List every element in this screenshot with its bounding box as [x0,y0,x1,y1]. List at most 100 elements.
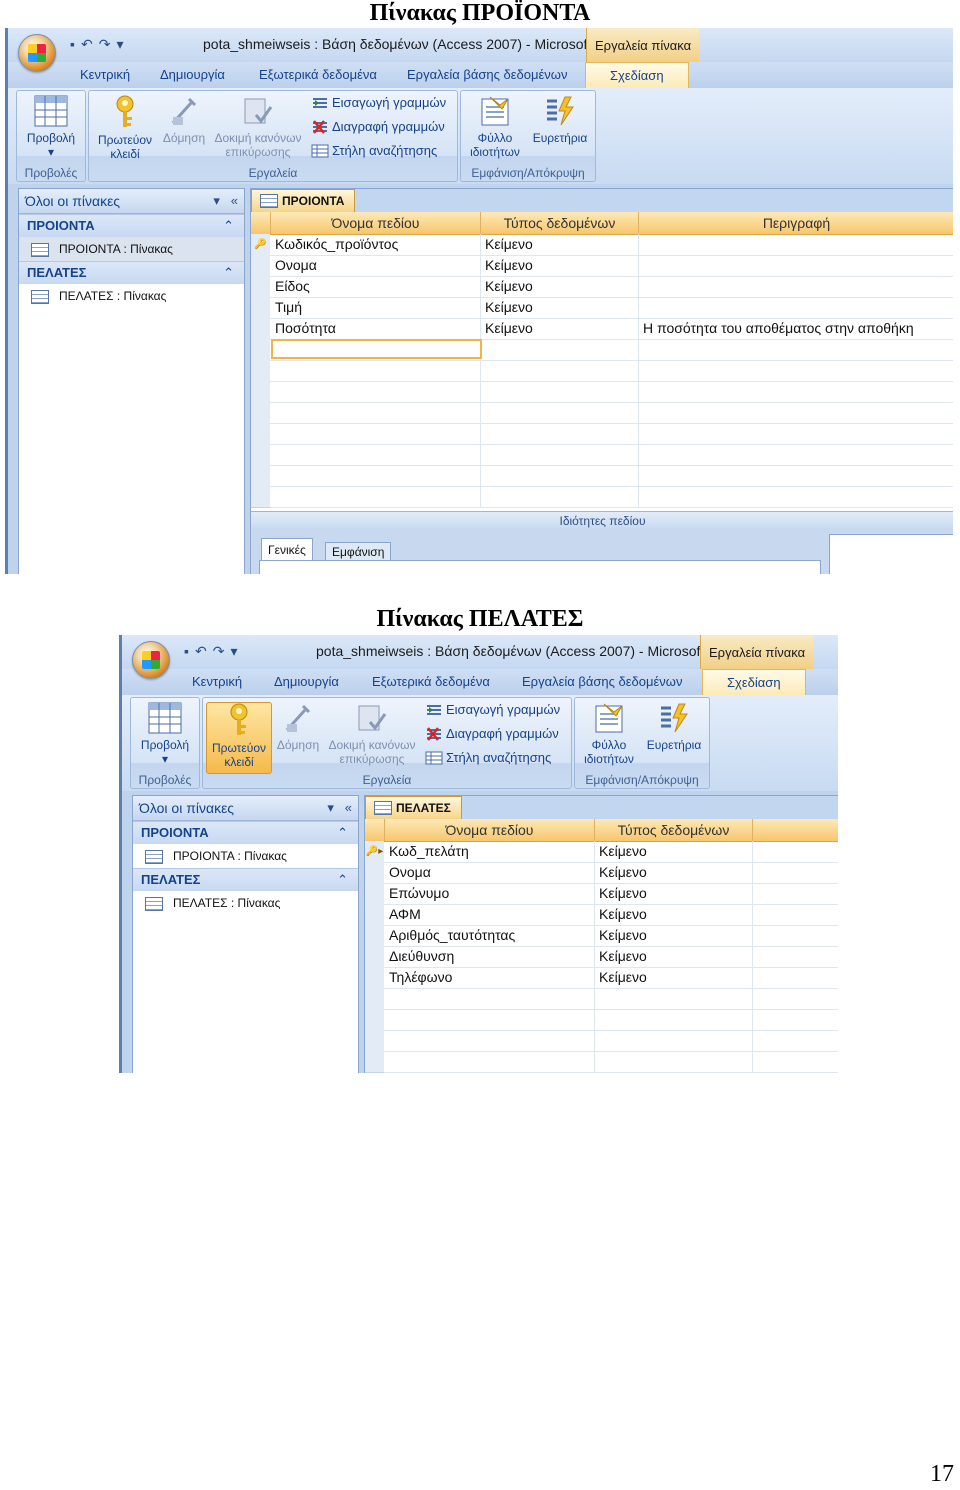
data-type-cell[interactable] [481,402,639,423]
field-name-cell[interactable] [271,360,481,381]
data-type-cell[interactable] [481,360,639,381]
row-selector[interactable] [365,862,384,884]
builder-button[interactable]: Δόμηση [273,702,323,752]
table-row[interactable]: Διεύθυνση Κείμενο [365,946,838,968]
field-name-cell[interactable] [385,1030,595,1051]
field-name-cell[interactable]: Αριθμός_ταυτότητας [385,925,595,946]
row-selector[interactable] [251,444,270,466]
delete-rows-button[interactable]: Διαγραφή γραμμών [311,119,445,134]
table-row[interactable]: Είδος Κείμενο [251,276,953,298]
field-name-cell[interactable] [271,486,481,507]
data-type-cell[interactable]: Κείμενο [481,276,639,297]
data-type-cell[interactable]: Κείμενο [595,883,753,904]
data-type-cell[interactable]: Κείμενο [481,234,639,255]
insert-rows-button[interactable]: Εισαγωγή γραμμών [311,95,446,110]
test-validation-rules-button[interactable]: Δοκιμή κανόνων επικύρωσης [323,702,421,766]
document-tab-products[interactable]: ΠΡΟΙΟΝΤΑ [251,189,356,212]
row-selector[interactable] [251,276,270,298]
row-selector[interactable] [251,402,270,424]
table-row[interactable]: Αριθμός_ταυτότητας Κείμενο [365,925,838,947]
table-row[interactable] [251,360,953,382]
nav-item-products-table[interactable]: ΠΡΟΙΟΝΤΑ : Πίνακας [133,844,358,868]
table-row[interactable]: 🔑▸ Κωδ_πελάτη Κείμενο [365,841,838,863]
row-selector-header[interactable] [251,212,271,234]
quick-access-toolbar[interactable]: ▪↶↷▾ [184,643,243,660]
table-row[interactable] [251,465,953,487]
table-row[interactable] [365,988,838,1010]
nav-pane-header[interactable]: Όλοι οι πίνακες ▾ « [133,796,358,821]
header-description[interactable]: Περιγραφή [639,212,953,234]
header-field-name[interactable]: Όνομα πεδίου [271,212,481,234]
data-type-cell[interactable] [481,486,639,507]
data-type-cell[interactable]: Κείμενο [595,925,753,946]
field-name-cell[interactable] [271,381,481,402]
nav-group-products[interactable]: ΠΡΟΙΟΝΤΑ ⌃ [19,214,244,237]
table-row[interactable]: Ποσότητα Κείμενο Η ποσότητα του αποθέματος… [251,318,953,340]
table-row[interactable] [251,486,953,508]
description-cell[interactable] [753,841,838,862]
nav-item-customers-table[interactable]: ΠΕΛΑΤΕΣ : Πίνακας [133,891,358,915]
field-name-cell[interactable]: ΑΦΜ [385,904,595,925]
row-selector[interactable] [365,946,384,968]
undo-icon[interactable]: ↶ [81,36,99,52]
tab-external-data[interactable]: Εξωτερικά δεδομένα [259,67,377,82]
tab-home[interactable]: Κεντρική [192,674,242,689]
field-name-cell[interactable]: Ονομα [385,862,595,883]
property-sheet-button[interactable]: Φύλλο ιδιοτήτων [463,95,527,159]
description-cell[interactable] [639,465,953,486]
nav-pane-header[interactable]: Όλοι οι πίνακες ▾ « [19,189,244,214]
table-row[interactable]: Ονομα Κείμενο [365,862,838,884]
header-description-partial[interactable] [753,819,838,841]
data-type-cell[interactable] [595,988,753,1009]
description-cell[interactable] [753,1009,838,1030]
nav-item-customers-table[interactable]: ΠΕΛΑΤΕΣ : Πίνακας [19,284,244,308]
nav-item-products-table[interactable]: ΠΡΟΙΟΝΤΑ : Πίνακας [19,237,244,261]
table-row[interactable] [251,381,953,403]
document-tab-customers[interactable]: ΠΕΛΑΤΕΣ [365,796,462,819]
quick-access-toolbar[interactable]: ▪↶↷▾ [70,36,129,53]
field-name-cell[interactable]: Είδος [271,276,481,297]
field-name-cell[interactable]: Κωδ_πελάτη [385,841,595,862]
data-type-cell[interactable] [595,1051,753,1072]
row-selector[interactable] [365,988,384,1010]
description-cell[interactable] [753,967,838,988]
nav-dropdown-icon[interactable]: ▾ [327,800,334,815]
nav-group-products[interactable]: ΠΡΟΙΟΝΤΑ ⌃ [133,821,358,844]
data-type-cell[interactable] [595,1030,753,1051]
group-collapse-icon[interactable]: ⌃ [223,215,234,237]
test-validation-rules-button[interactable]: Δοκιμή κανόνων επικύρωσης [209,95,307,159]
primary-key-row-selector[interactable]: 🔑▸ [365,841,384,863]
description-cell[interactable] [639,255,953,276]
header-field-name[interactable]: Όνομα πεδίου [385,819,595,841]
view-button[interactable]: Προβολή ▾ [135,702,195,766]
table-row[interactable]: Τιμή Κείμενο [251,297,953,319]
data-type-cell[interactable] [481,381,639,402]
row-selector[interactable] [251,423,270,445]
row-selector-header[interactable] [365,819,385,841]
table-row[interactable] [251,423,953,445]
description-cell[interactable] [639,339,953,360]
description-cell[interactable] [753,1051,838,1072]
view-button[interactable]: Προβολή ▾ [21,95,81,159]
row-selector[interactable] [365,883,384,905]
data-type-cell[interactable] [481,339,639,360]
row-selector[interactable] [251,381,270,403]
description-cell[interactable] [639,360,953,381]
field-name-cell[interactable] [271,423,481,444]
primary-key-row-selector[interactable]: 🔑 [251,234,270,256]
tab-database-tools[interactable]: Εργαλεία βάσης δεδομένων [407,67,567,82]
office-button-icon[interactable] [132,641,170,679]
field-name-cell[interactable]: Τιμή [271,297,481,318]
data-type-cell[interactable]: Κείμενο [481,255,639,276]
data-type-cell[interactable]: Κείμενο [595,862,753,883]
header-data-type[interactable]: Τύπος δεδομένων [595,819,753,841]
primary-key-button[interactable]: Πρωτεύον κλειδί [206,702,272,774]
table-row[interactable] [251,339,953,361]
tab-create[interactable]: Δημιουργία [160,67,225,82]
data-type-cell[interactable] [481,423,639,444]
description-cell[interactable] [753,883,838,904]
row-selector[interactable] [365,904,384,926]
description-cell[interactable]: Η ποσότητα του αποθέματος στην αποθήκη [639,318,953,339]
lookup-column-button[interactable]: Στήλη αναζήτησης [425,750,551,765]
field-name-cell[interactable]: Ονομα [271,255,481,276]
